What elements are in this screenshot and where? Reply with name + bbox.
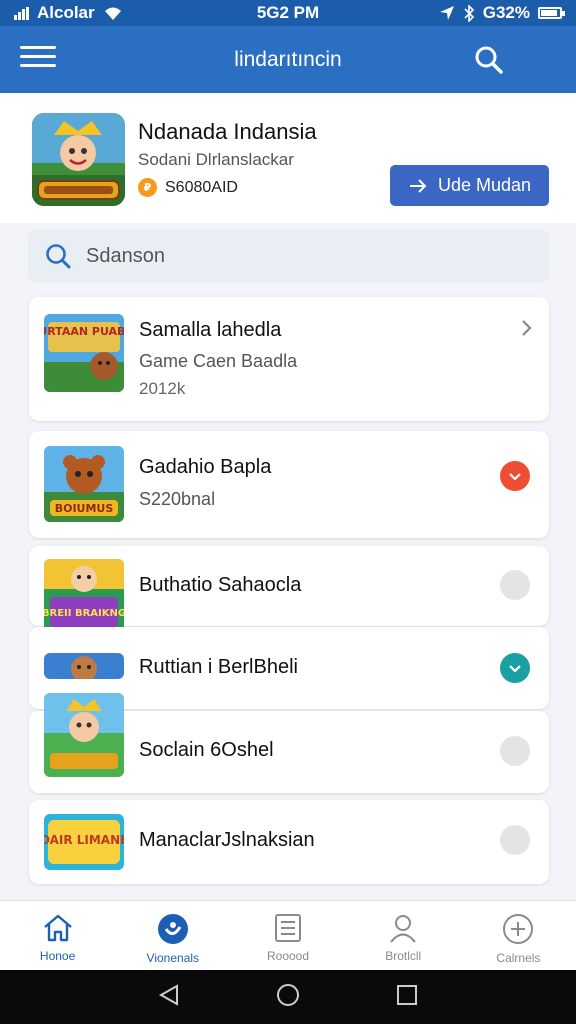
featured-game-subtitle: Sodani Dlrlanslackar: [138, 150, 294, 169]
thumbnail-text: KURTAAN PUABIK: [44, 325, 124, 338]
nav-item-channels[interactable]: Calrnels: [461, 901, 576, 970]
search-bar: [28, 229, 549, 283]
nav-label: Brotlcll: [385, 949, 422, 963]
game-thumbnail: OAIR LIMANE: [44, 814, 124, 870]
plus-circle-icon: [503, 914, 534, 944]
featured-action-button[interactable]: Ude Mudan: [390, 165, 549, 206]
game-title: ManaclarJslnaksian: [139, 829, 315, 851]
thumbnail-text: BREII BRAIKNG: [44, 608, 124, 619]
thumbnail-text: BOIUMUS: [55, 502, 114, 515]
game-thumbnail: [44, 693, 124, 777]
game-title: Samalla lahedla: [139, 319, 282, 341]
profile-icon: [390, 915, 416, 943]
search-input[interactable]: [86, 244, 506, 268]
chevron-right-icon[interactable]: [521, 319, 533, 337]
status-badge[interactable]: [500, 825, 530, 855]
app-bar: lindarıtıncin: [0, 26, 576, 93]
game-card[interactable]: BREII BRAIKNG Buthatio Sahaocla: [29, 546, 549, 637]
list-icon: [275, 914, 301, 942]
location-icon: [439, 6, 454, 20]
check-icon: [509, 665, 521, 673]
game-thumbnail: BREII BRAIKNG: [44, 559, 124, 637]
game-card[interactable]: BOIUMUS Gadahio Bapla S220bnal: [29, 431, 549, 538]
arrow-right-icon: [409, 178, 427, 193]
nav-item-discover[interactable]: Vionenals: [115, 901, 230, 970]
game-thumbnail: [44, 653, 124, 679]
check-icon: [509, 473, 521, 481]
coin-label: S6080AID: [165, 178, 238, 196]
coin-row: ₽ S6080AID: [138, 178, 238, 197]
home-circle-icon[interactable]: [275, 982, 301, 1013]
game-title: Gadahio Bapla: [139, 456, 272, 478]
status-badge[interactable]: [500, 653, 530, 683]
wifi-icon: [104, 7, 121, 20]
game-subtitle: Game Caen Baadla: [139, 351, 298, 371]
back-icon[interactable]: [157, 983, 181, 1012]
nav-item-profile[interactable]: Brotlcll: [346, 901, 461, 970]
nav-label: Honoe: [39, 949, 76, 963]
game-title: Ruttian i BerlBheli: [139, 656, 298, 678]
system-navigation: [0, 970, 576, 1024]
game-card[interactable]: Soclain 6Oshel: [29, 693, 549, 793]
compass-icon: [157, 914, 188, 944]
status-badge[interactable]: [500, 736, 530, 766]
bluetooth-icon: [464, 4, 474, 22]
featured-game-title: Ndanada Indansia: [138, 119, 317, 144]
game-card[interactable]: OAIR LIMANE ManaclarJslnaksian: [29, 800, 549, 884]
bottom-navigation: Honoe Vionenals Rooood Brotlcll Calrnels: [0, 900, 576, 970]
home-icon: [43, 914, 72, 942]
game-title: Buthatio Sahaocla: [139, 574, 302, 596]
featured-game: Ndanada Indansia Sodani Dlrlanslackar ₽ …: [0, 93, 576, 223]
nav-label: Vionenals: [146, 951, 200, 965]
game-card[interactable]: KURTAAN PUABIK Samalla lahedla Game Caen…: [29, 297, 549, 421]
thumbnail-text: OAIR LIMANE: [44, 833, 124, 847]
featured-game-thumbnail[interactable]: [32, 113, 125, 206]
nav-item-home[interactable]: Honoe: [0, 901, 115, 970]
battery-percent: G32%: [482, 3, 530, 22]
search-icon[interactable]: [472, 44, 506, 76]
search-icon: [46, 244, 71, 269]
carrier-label: Alcolar: [37, 3, 95, 22]
game-meta: 2012k: [139, 379, 186, 398]
game-thumbnail: BOIUMUS: [44, 446, 124, 522]
status-badge[interactable]: [500, 461, 530, 491]
game-subtitle: S220bnal: [139, 489, 216, 509]
game-thumbnail: KURTAAN PUABIK: [44, 314, 124, 392]
nav-label: Calrnels: [496, 951, 541, 965]
status-badge[interactable]: [500, 570, 530, 600]
featured-action-label: Ude Mudan: [437, 175, 532, 195]
recents-icon[interactable]: [395, 983, 419, 1012]
signal-icon: [14, 6, 29, 20]
status-bar: Alcolar 5G2 PM G32%: [0, 0, 576, 26]
nav-label: Rooood: [266, 949, 310, 963]
game-title: Soclain 6Oshel: [139, 739, 274, 761]
nav-item-list[interactable]: Rooood: [230, 901, 345, 970]
coin-icon: ₽: [138, 178, 157, 197]
battery-icon: [538, 7, 565, 19]
